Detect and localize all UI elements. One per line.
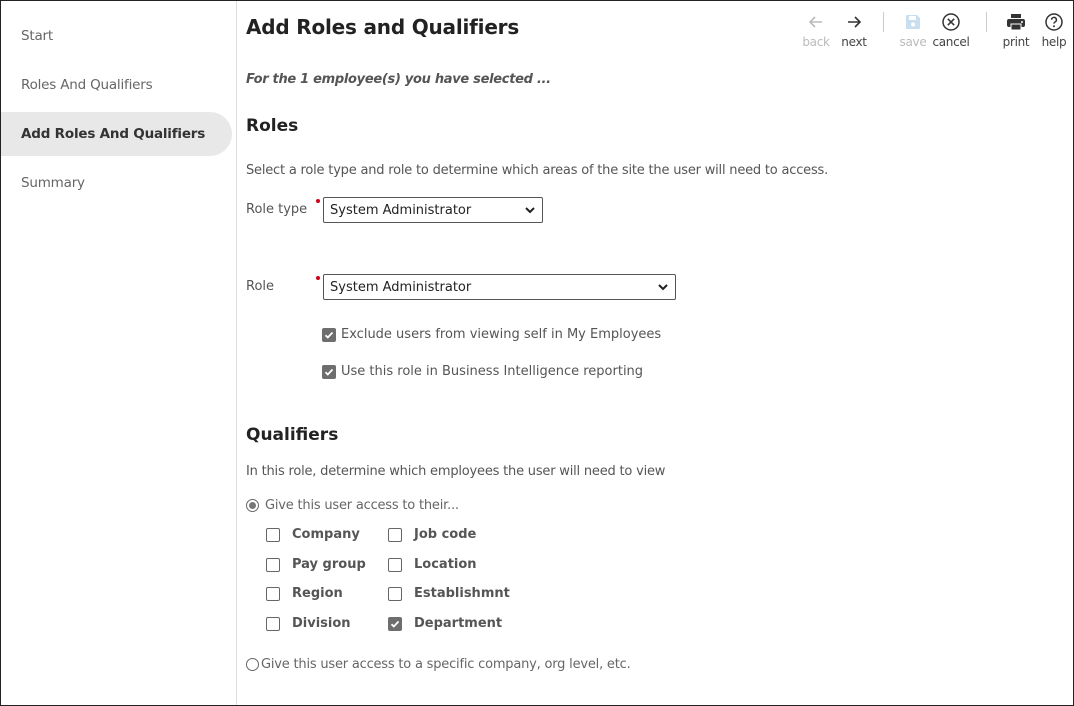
chevron-down-icon <box>524 204 536 220</box>
arrow-left-icon <box>807 9 825 35</box>
cancel-label: cancel <box>932 35 970 49</box>
qualifier-location-checkbox[interactable]: Location <box>388 557 477 572</box>
selection-subtitle: For the 1 employee(s) you have selected … <box>246 72 551 87</box>
sidebar: Start Roles And Qualifiers Add Roles And… <box>1 1 237 705</box>
qualifier-region-checkbox[interactable]: Region <box>266 586 343 601</box>
sidebar-item-start[interactable]: Start <box>1 14 232 58</box>
cancel-button[interactable]: cancel <box>932 9 970 57</box>
checkbox-icon <box>266 586 280 601</box>
qualifier-pay-group-checkbox[interactable]: Pay group <box>266 557 366 572</box>
back-label: back <box>802 35 830 49</box>
radio-label: Give this user access to their... <box>265 498 459 513</box>
save-icon <box>904 9 922 35</box>
checkbox-label: Location <box>414 557 477 572</box>
qualifier-department-checkbox[interactable]: Department <box>388 616 502 631</box>
qualifier-job-code-checkbox[interactable]: Job code <box>388 527 476 542</box>
role-type-label: Role type <box>246 202 308 217</box>
toolbar: back next save cancel print help <box>797 9 1073 57</box>
back-button[interactable]: back <box>797 9 835 57</box>
sidebar-item-add-roles-and-qualifiers[interactable]: Add Roles And Qualifiers <box>1 112 232 156</box>
checkbox-label: Region <box>292 586 343 601</box>
required-indicator <box>316 276 320 280</box>
sidebar-item-summary[interactable]: Summary <box>1 161 232 205</box>
role-type-select[interactable]: System Administrator <box>323 197 543 223</box>
toolbar-divider <box>986 12 987 32</box>
checkbox-label: Use this role in Business Intelligence r… <box>341 364 644 379</box>
arrow-right-icon <box>845 9 863 35</box>
qualifier-division-checkbox[interactable]: Division <box>266 616 351 631</box>
help-button[interactable]: help <box>1035 9 1073 57</box>
role-select[interactable]: System Administrator <box>323 274 676 300</box>
print-label: print <box>1002 35 1030 49</box>
cancel-icon <box>941 9 961 35</box>
qualifiers-description: In this role, determine which employees … <box>246 464 666 479</box>
help-label: help <box>1041 35 1067 49</box>
checkbox-label: Department <box>414 616 503 631</box>
qualifier-establishment-checkbox[interactable]: Establishmnt <box>388 586 510 601</box>
checkbox-checked-icon <box>322 364 336 379</box>
bi-reporting-checkbox[interactable]: Use this role in Business Intelligence r… <box>322 364 643 379</box>
radio-access-specific[interactable]: Give this user access to a specific comp… <box>246 657 631 672</box>
sidebar-item-roles-and-qualifiers[interactable]: Roles And Qualifiers <box>1 63 232 107</box>
sidebar-item-label: Roles And Qualifiers <box>21 77 153 93</box>
radio-selected-icon <box>246 499 259 512</box>
checkbox-label: Pay group <box>292 557 366 572</box>
sidebar-item-label: Start <box>21 28 53 44</box>
roles-heading: Roles <box>246 116 299 136</box>
exclude-self-checkbox[interactable]: Exclude users from viewing self in My Em… <box>322 327 661 342</box>
radio-label: Give this user access to a specific comp… <box>261 657 631 672</box>
checkbox-label: Establishmnt <box>414 586 510 601</box>
checkbox-checked-icon <box>388 616 402 631</box>
print-button[interactable]: print <box>997 9 1035 57</box>
roles-description: Select a role type and role to determine… <box>246 163 829 178</box>
role-label: Role <box>246 279 275 294</box>
role-type-value: System Administrator <box>330 202 472 218</box>
qualifiers-heading: Qualifiers <box>246 425 339 445</box>
qualifier-company-checkbox[interactable]: Company <box>266 527 360 542</box>
sidebar-item-label: Add Roles And Qualifiers <box>21 126 206 142</box>
checkbox-label: Exclude users from viewing self in My Em… <box>341 327 662 342</box>
checkbox-icon <box>388 557 402 572</box>
page-title: Add Roles and Qualifiers <box>246 15 520 39</box>
toolbar-divider <box>883 12 884 32</box>
checkbox-icon <box>266 557 280 572</box>
checkbox-icon <box>388 527 402 542</box>
help-icon <box>1044 9 1064 35</box>
next-label: next <box>841 35 867 49</box>
checkbox-icon <box>266 616 280 631</box>
print-icon <box>1006 9 1026 35</box>
radio-access-their[interactable]: Give this user access to their... <box>246 498 459 513</box>
required-indicator <box>316 199 320 203</box>
checkbox-label: Division <box>292 616 351 631</box>
save-button[interactable]: save <box>894 9 932 57</box>
main-content: Add Roles and Qualifiers back next save <box>238 1 1073 705</box>
checkbox-icon <box>388 586 402 601</box>
chevron-down-icon <box>657 281 669 297</box>
checkbox-checked-icon <box>322 327 336 342</box>
save-label: save <box>899 35 927 49</box>
checkbox-label: Job code <box>414 527 477 542</box>
checkbox-icon <box>266 527 280 542</box>
radio-unselected-icon <box>246 658 259 671</box>
next-button[interactable]: next <box>835 9 873 57</box>
checkbox-label: Company <box>292 527 360 542</box>
role-value: System Administrator <box>330 279 472 295</box>
sidebar-item-label: Summary <box>21 175 85 191</box>
